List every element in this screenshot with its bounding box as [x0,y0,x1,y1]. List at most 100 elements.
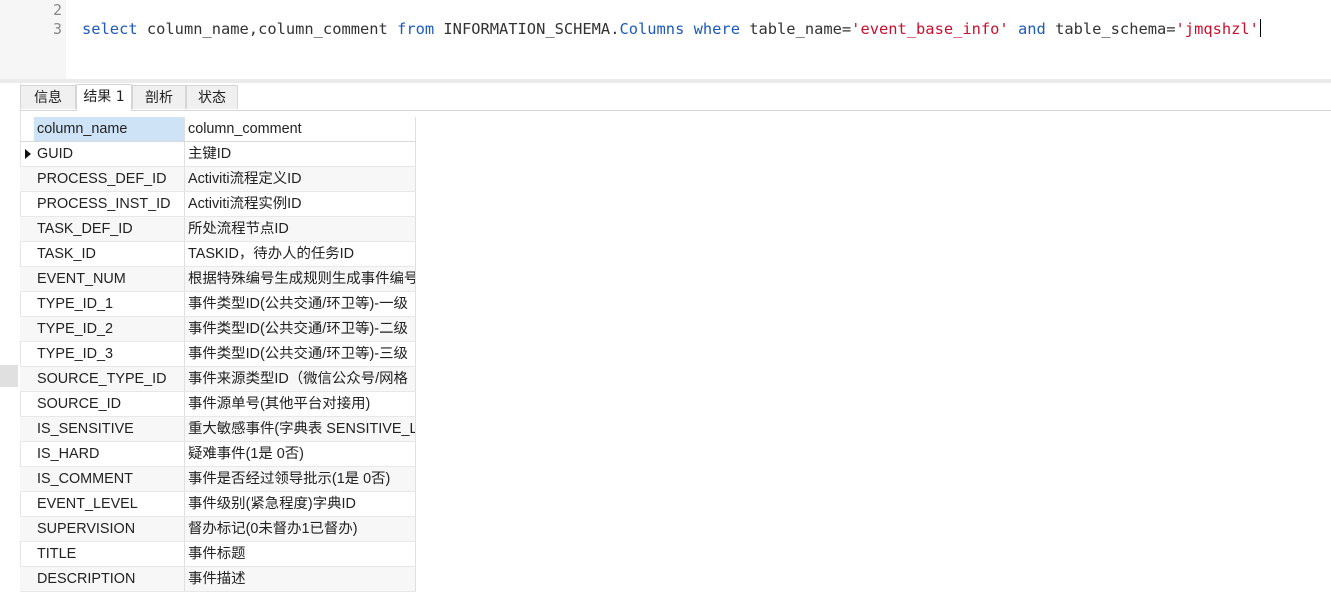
cell-column-name[interactable]: GUID [34,142,185,166]
sql-text: table_name= [739,20,852,38]
cell-column-comment[interactable]: 主键ID [185,142,416,166]
cell-column-comment[interactable]: Activiti流程实例ID [185,192,416,216]
row-indicator[interactable] [20,367,34,391]
table-row[interactable]: DESCRIPTION 事件描述 [20,567,416,592]
cell-column-name[interactable]: EVENT_NUM [34,267,185,291]
cell-column-comment[interactable]: 事件类型ID(公共交通/环卫等)-一级 [185,292,416,316]
result-tab-bar: 信息 结果 1 剖析 状态 [20,84,1331,111]
table-row[interactable]: SOURCE_ID 事件源单号(其他平台对接用) [20,392,416,417]
table-row[interactable]: IS_SENSITIVE 重大敏感事件(字典表 SENSITIVE_L [20,417,416,442]
sql-keyword: and [1017,20,1046,38]
cell-column-name[interactable]: TYPE_ID_3 [34,342,185,366]
cell-column-comment[interactable]: 事件是否经过领导批示(1是 0否) [185,467,416,491]
row-indicator[interactable] [20,442,34,466]
row-indicator[interactable] [20,292,34,316]
cell-column-name[interactable]: IS_COMMENT [34,467,185,491]
table-row[interactable]: IS_HARD 疑难事件(1是 0否) [20,442,416,467]
row-indicator[interactable] [20,567,34,591]
table-row[interactable]: SUPERVISION 督办标记(0未督办1已督办) [20,517,416,542]
sql-keyword: from [397,20,435,38]
sql-keyword: Columns [619,20,685,38]
table-row[interactable]: IS_COMMENT 事件是否经过领导批示(1是 0否) [20,467,416,492]
sql-text: column_name,column_comment [137,20,398,38]
cell-column-comment[interactable]: 督办标记(0未督办1已督办) [185,517,416,541]
table-row[interactable]: PROCESS_INST_ID Activiti流程实例ID [20,192,416,217]
table-row[interactable]: TITLE 事件标题 [20,542,416,567]
cell-column-name[interactable]: TYPE_ID_2 [34,317,185,341]
row-indicator[interactable] [20,467,34,491]
cell-column-comment[interactable]: 事件标题 [185,542,416,566]
table-row[interactable]: TASK_DEF_ID 所处流程节点ID [20,217,416,242]
splitter-handle[interactable] [0,365,18,387]
cell-column-name[interactable]: SUPERVISION [34,517,185,541]
grid-header-row: column_name column_comment [20,117,416,142]
sql-code-line[interactable]: select column_name,column_comment from I… [82,19,1261,39]
sql-keyword: where [693,20,740,38]
tab-profile[interactable]: 剖析 [132,85,186,109]
table-row[interactable]: TYPE_ID_1 事件类型ID(公共交通/环卫等)-一级 [20,292,416,317]
table-row[interactable]: TYPE_ID_3 事件类型ID(公共交通/环卫等)-三级 [20,342,416,367]
cell-column-comment[interactable]: 重大敏感事件(字典表 SENSITIVE_L [185,417,416,441]
cell-column-comment[interactable]: 事件类型ID(公共交通/环卫等)-二级 [185,317,416,341]
tab-status[interactable]: 状态 [186,85,238,109]
table-row[interactable]: EVENT_LEVEL 事件级别(紧急程度)字典ID [20,492,416,517]
table-row[interactable]: TASK_ID TASKID，待办人的任务ID [20,242,416,267]
row-indicator[interactable] [20,492,34,516]
row-indicator[interactable] [20,192,34,216]
cell-column-name[interactable]: IS_SENSITIVE [34,417,185,441]
cell-column-name[interactable]: TYPE_ID_1 [34,292,185,316]
sql-string: 'jmqshzl' [1175,20,1259,38]
cell-column-name[interactable]: IS_HARD [34,442,185,466]
row-indicator[interactable] [20,242,34,266]
table-row[interactable]: SOURCE_TYPE_ID 事件来源类型ID（微信公众号/网格 [20,367,416,392]
cell-column-name[interactable]: SOURCE_ID [34,392,185,416]
cell-column-comment[interactable]: 事件来源类型ID（微信公众号/网格 [185,367,416,391]
row-indicator[interactable] [20,317,34,341]
row-indicator[interactable] [20,517,34,541]
column-header-column-name[interactable]: column_name [34,117,185,141]
table-row[interactable]: GUID 主键ID [20,142,416,167]
line-number-gutter: 2 3 [0,0,66,80]
row-indicator[interactable] [20,142,34,166]
tab-info[interactable]: 信息 [20,85,76,109]
cell-column-comment[interactable]: 事件源单号(其他平台对接用) [185,392,416,416]
cell-column-name[interactable]: PROCESS_INST_ID [34,192,185,216]
cell-column-comment[interactable]: 疑难事件(1是 0否) [185,442,416,466]
row-indicator[interactable] [20,342,34,366]
header-corner [20,117,34,141]
row-indicator[interactable] [20,542,34,566]
tab-result-1[interactable]: 结果 1 [76,84,132,111]
cell-column-name[interactable]: SOURCE_TYPE_ID [34,367,185,391]
cell-column-comment[interactable]: 事件级别(紧急程度)字典ID [185,492,416,516]
cell-column-name[interactable]: PROCESS_DEF_ID [34,167,185,191]
sql-text: table_schema= [1045,20,1176,38]
grid-body: GUID 主键ID PROCESS_DEF_ID Activiti流程定义ID PROC… [20,142,416,592]
row-indicator[interactable] [20,167,34,191]
sql-text: INFORMATION_SCHEMA. [434,20,620,38]
row-indicator[interactable] [20,217,34,241]
cell-column-name[interactable]: TITLE [34,542,185,566]
table-row[interactable]: PROCESS_DEF_ID Activiti流程定义ID [20,167,416,192]
row-indicator[interactable] [20,392,34,416]
line-number: 2 [52,1,62,19]
table-row[interactable]: TYPE_ID_2 事件类型ID(公共交通/环卫等)-二级 [20,317,416,342]
cell-column-comment[interactable]: Activiti流程定义ID [185,167,416,191]
cell-column-name[interactable]: TASK_ID [34,242,185,266]
cell-column-comment[interactable]: 事件类型ID(公共交通/环卫等)-三级 [185,342,416,366]
table-row[interactable]: EVENT_NUM 根据特殊编号生成规则生成事件编号 [20,267,416,292]
row-indicator[interactable] [20,417,34,441]
sql-keyword: select [82,20,138,38]
cell-column-comment[interactable]: 事件描述 [185,567,416,591]
sql-editor[interactable]: 2 3 select column_name,column_comment fr… [0,0,1331,80]
cell-column-comment[interactable]: 所处流程节点ID [185,217,416,241]
cell-column-comment[interactable]: 根据特殊编号生成规则生成事件编号 [185,267,416,291]
result-grid[interactable]: column_name column_comment GUID 主键ID PROCE… [20,117,416,592]
editor-results-splitter[interactable] [0,79,1331,83]
cell-column-name[interactable]: EVENT_LEVEL [34,492,185,516]
cell-column-comment[interactable]: TASKID，待办人的任务ID [185,242,416,266]
cell-column-name[interactable]: TASK_DEF_ID [34,217,185,241]
row-indicator[interactable] [20,267,34,291]
cell-column-name[interactable]: DESCRIPTION [34,567,185,591]
column-header-column-comment[interactable]: column_comment [185,117,416,141]
